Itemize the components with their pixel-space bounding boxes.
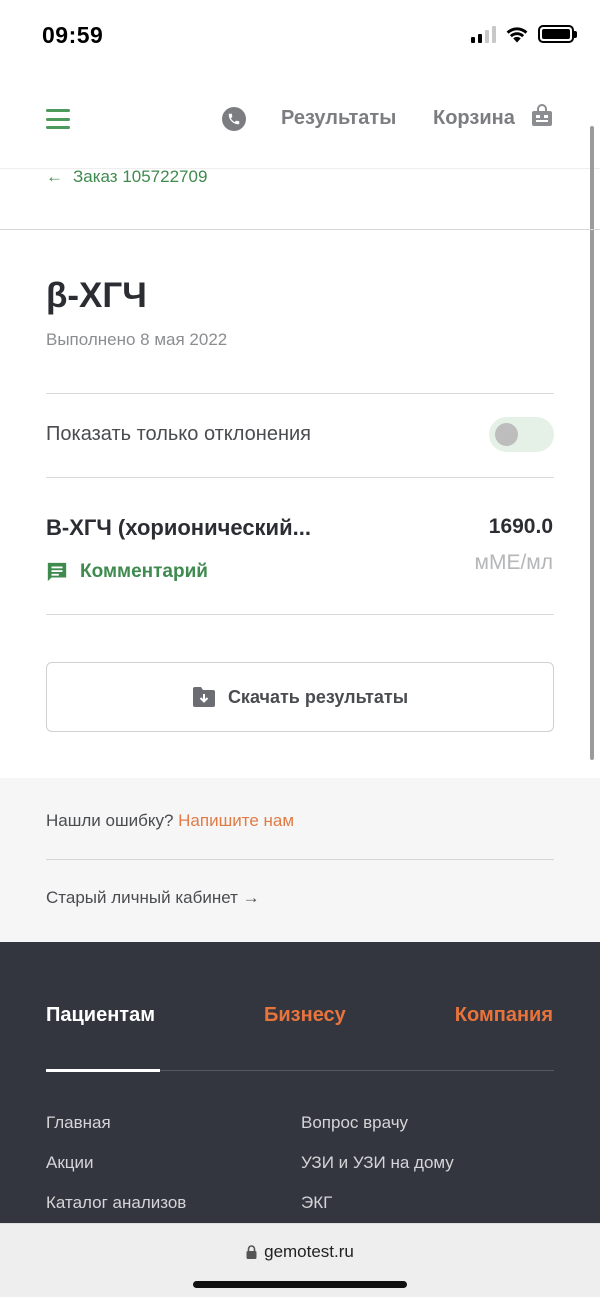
status-icons [471, 25, 577, 43]
footer-link-home[interactable]: Главная [46, 1113, 111, 1133]
cellular-signal-icon [471, 25, 496, 43]
footer-tab-company[interactable]: Компания [455, 1004, 553, 1027]
comment-link[interactable]: Комментарий [46, 561, 208, 583]
lock-icon [246, 1245, 257, 1259]
back-link-label: Заказ 105722709 [73, 167, 208, 186]
menu-icon[interactable] [46, 109, 70, 129]
footer-link-ask-doctor[interactable]: Вопрос врачу [301, 1113, 408, 1133]
site-header: Результаты Корзина [0, 90, 600, 150]
divider [46, 477, 554, 478]
nav-results-link[interactable]: Результаты [281, 107, 396, 130]
battery-icon [538, 25, 577, 43]
error-question: Нашли ошибку? [46, 811, 174, 830]
help-divider [46, 859, 554, 860]
footer-tab-patients[interactable]: Пациентам [46, 1004, 155, 1027]
status-time: 09:59 [42, 22, 104, 48]
footer-link-promotions[interactable]: Акции [46, 1153, 94, 1173]
page-title: β-ХГЧ [46, 276, 147, 315]
wifi-icon [506, 27, 528, 43]
divider [46, 393, 554, 394]
deviations-filter-label: Показать только отклонения [46, 423, 311, 445]
nav-cart-link[interactable]: Корзина [433, 107, 515, 130]
footer-link-catalog[interactable]: Каталог анализов [46, 1193, 186, 1213]
deviations-toggle[interactable] [489, 417, 554, 452]
help-section: Нашли ошибку? Напишите нам Старый личный… [0, 778, 600, 942]
toggle-knob [495, 423, 518, 446]
site-footer: Пациентам Бизнесу Компания Главная Акции… [0, 942, 600, 1224]
comment-icon [47, 562, 67, 582]
browser-url-bar[interactable]: gemotest.ru [0, 1223, 600, 1297]
test-value: 1690.0 [488, 515, 553, 538]
download-folder-icon [192, 687, 215, 707]
cart-icon[interactable] [530, 104, 554, 128]
footer-tab-business[interactable]: Бизнесу [264, 1004, 346, 1027]
write-us-link[interactable]: Напишите нам [178, 811, 294, 830]
url-display[interactable]: gemotest.ru [0, 1242, 600, 1262]
divider [46, 614, 554, 615]
footer-tab-active-indicator [46, 1069, 160, 1072]
comment-label: Комментарий [80, 561, 208, 582]
test-name[interactable]: B-ХГЧ (хорионический... [46, 515, 311, 541]
footer-link-ultrasound[interactable]: УЗИ и УЗИ на дому [301, 1153, 454, 1173]
page-scrollbar[interactable] [590, 126, 594, 760]
old-cabinet-link[interactable]: Старый личный кабинет → [46, 888, 260, 908]
back-to-order-link[interactable]: ← Заказ 105722709 [46, 167, 207, 187]
home-indicator[interactable] [193, 1281, 407, 1288]
arrow-left-icon: ← [46, 167, 63, 186]
phone-icon[interactable] [222, 107, 246, 131]
status-bar: 09:59 [0, 0, 600, 72]
download-results-button[interactable]: Скачать результаты [46, 662, 554, 732]
completed-date: Выполнено 8 мая 2022 [46, 330, 228, 349]
download-results-label: Скачать результаты [227, 686, 409, 707]
url-text: gemotest.ru [264, 1242, 354, 1261]
error-report-text: Нашли ошибку? Напишите нам [46, 811, 294, 831]
section-divider [0, 229, 600, 230]
footer-link-ecg[interactable]: ЭКГ [301, 1193, 332, 1213]
test-unit: мМЕ/мл [474, 551, 553, 574]
